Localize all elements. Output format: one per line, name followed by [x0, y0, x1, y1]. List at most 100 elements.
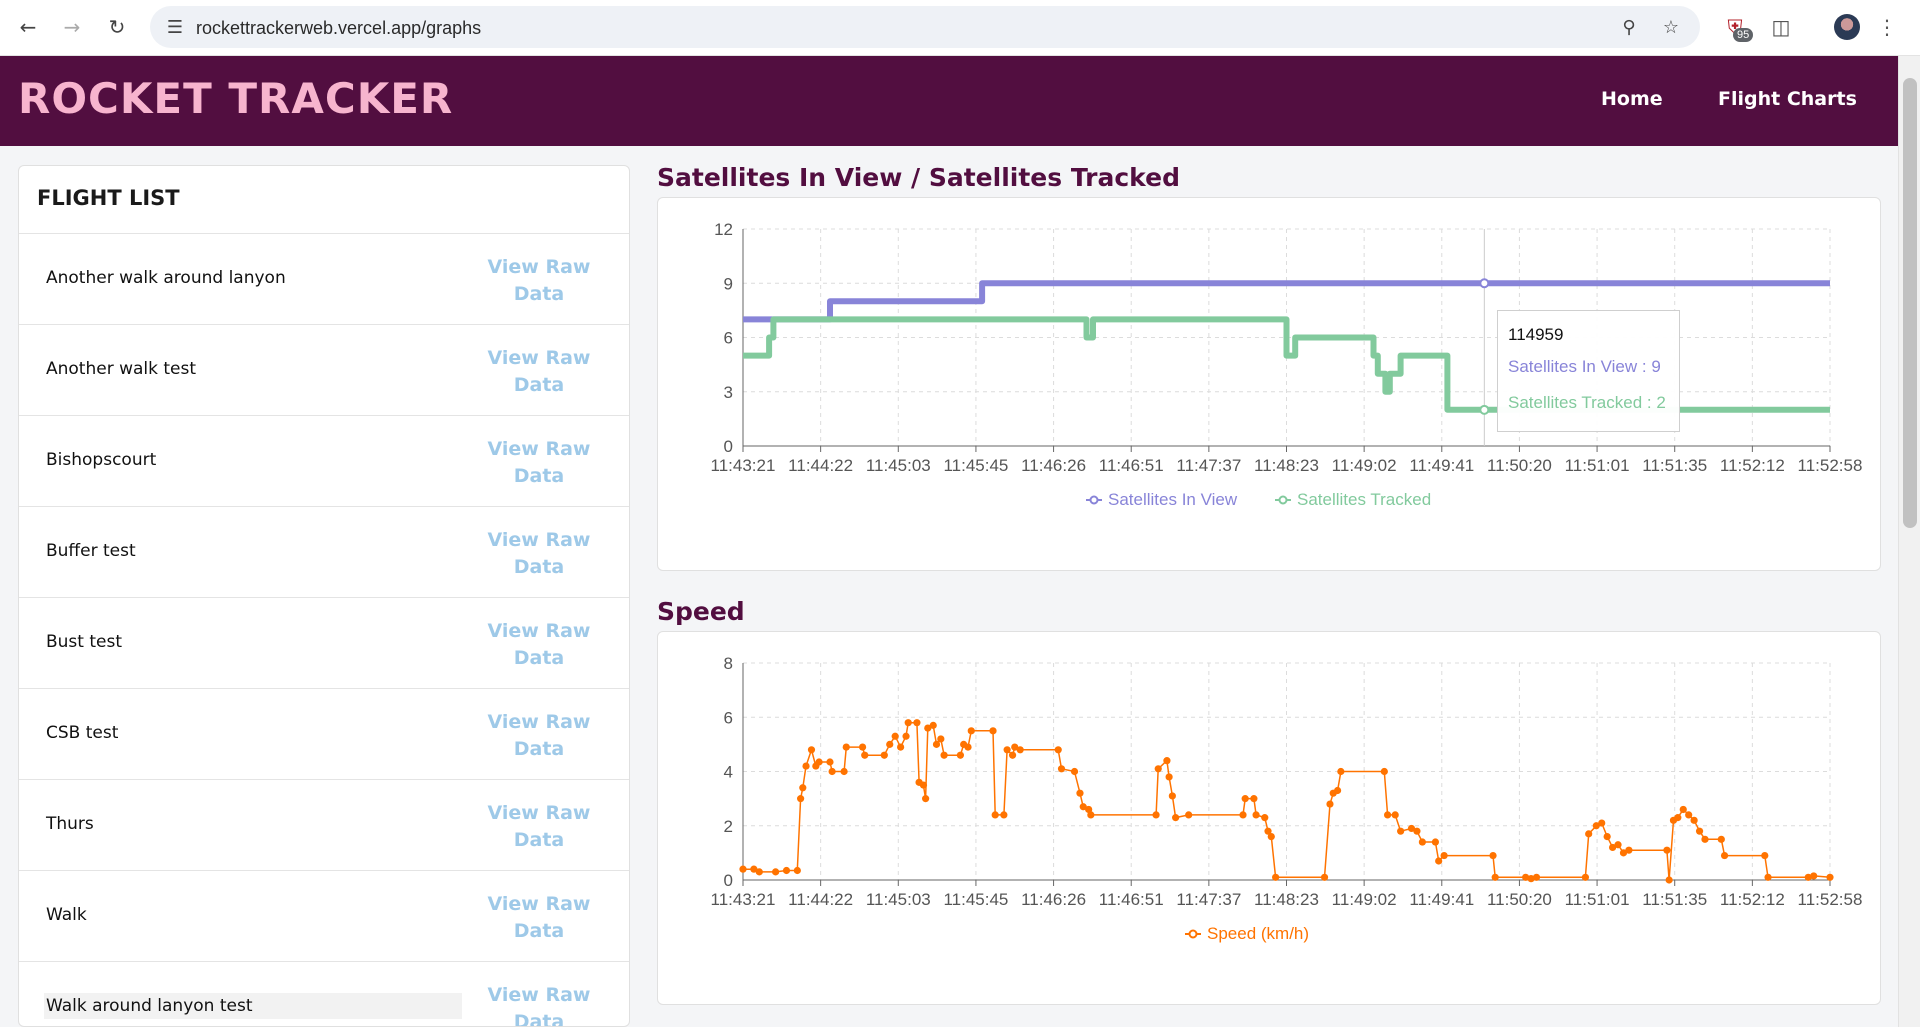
flight-list-item[interactable]: Walk View Raw Data — [19, 870, 629, 961]
data-point — [1070, 767, 1079, 776]
view-raw-data-link[interactable]: View Raw Data — [474, 527, 604, 581]
zoom-icon[interactable]: ⚲ — [1616, 14, 1642, 40]
x-tick-label: 11:52:12 — [1720, 890, 1785, 909]
y-tick-label: 6 — [724, 329, 733, 348]
data-point — [802, 762, 810, 770]
view-raw-data-link[interactable]: View Raw Data — [474, 709, 604, 763]
data-point — [1087, 811, 1095, 819]
data-point — [755, 868, 763, 876]
data-point — [1391, 811, 1399, 819]
view-raw-data-link[interactable]: View Raw Data — [474, 618, 604, 672]
site-info-icon[interactable]: ☰ — [162, 14, 188, 40]
flight-name[interactable]: Another walk around lanyon — [46, 268, 286, 288]
view-raw-data-link[interactable]: View Raw Data — [474, 436, 604, 490]
nav-flight-charts[interactable]: Flight Charts — [1718, 88, 1857, 110]
data-point — [1000, 811, 1008, 819]
view-raw-data-line1: View Raw — [487, 620, 591, 642]
flight-list-item[interactable]: Thurs View Raw Data — [19, 779, 629, 870]
data-point — [964, 743, 972, 751]
view-raw-data-line1: View Raw — [487, 893, 591, 915]
data-point — [1326, 800, 1334, 808]
flight-name[interactable]: Thurs — [46, 814, 94, 834]
x-tick-label: 11:43:21 — [711, 456, 776, 475]
flight-list-item[interactable]: Another walk test View Raw Data — [19, 324, 629, 415]
page-scrollbar[interactable] — [1898, 56, 1920, 1027]
browser-menu-icon[interactable]: ⋮ — [1872, 12, 1902, 42]
brand-logo[interactable]: ROCKET TRACKER — [18, 74, 453, 123]
reload-icon[interactable]: ↻ — [103, 13, 131, 41]
url-text[interactable]: rockettrackerweb.vercel.app/graphs — [196, 18, 481, 39]
flight-list-item[interactable]: Another walk around lanyon View Raw Data — [19, 233, 629, 324]
browser-toolbar: ← → ↻ ☰ rockettrackerweb.vercel.app/grap… — [0, 0, 1920, 56]
forward-icon[interactable]: → — [58, 13, 86, 41]
tooltip-satellites-tracked: Satellites Tracked : 2 — [1508, 393, 1666, 412]
back-icon[interactable]: ← — [14, 13, 42, 41]
data-point — [1810, 872, 1818, 880]
data-point — [1252, 811, 1260, 819]
flight-list-item[interactable]: CSB test View Raw Data — [19, 688, 629, 779]
data-point — [858, 743, 867, 751]
data-point — [1489, 851, 1497, 860]
flight-name[interactable]: Walk around lanyon test — [44, 993, 462, 1019]
data-point — [1826, 873, 1834, 881]
view-raw-data-link[interactable]: View Raw Data — [474, 345, 604, 399]
data-point — [782, 866, 791, 875]
data-point — [904, 719, 912, 727]
data-point — [1614, 841, 1622, 849]
flight-list-item[interactable]: Bust test View Raw Data — [19, 597, 629, 688]
view-raw-data-link[interactable]: View Raw Data — [474, 800, 604, 854]
view-raw-data-line1: View Raw — [487, 802, 591, 824]
flight-list-item[interactable]: Walk around lanyon test View Raw Data — [19, 961, 629, 1026]
data-point — [1663, 846, 1671, 854]
flight-name[interactable]: Another walk test — [46, 359, 196, 379]
view-raw-data-line1: View Raw — [487, 711, 591, 733]
nav-home[interactable]: Home — [1601, 88, 1663, 110]
flight-name[interactable]: Walk — [46, 905, 87, 925]
data-point — [989, 727, 997, 735]
x-tick-label: 11:51:01 — [1565, 456, 1630, 475]
data-point — [1165, 773, 1173, 781]
data-point — [1239, 811, 1247, 819]
data-point — [842, 743, 850, 751]
view-raw-data-link[interactable]: View Raw Data — [474, 891, 604, 945]
extension-badge: 95 — [1733, 28, 1754, 42]
flight-name[interactable]: Buffer test — [46, 541, 136, 561]
data-point — [1440, 851, 1448, 860]
scrollbar-thumb[interactable] — [1903, 78, 1917, 528]
x-tick-label: 11:51:35 — [1642, 456, 1707, 475]
data-point — [1054, 746, 1062, 754]
x-tick-label: 11:49:41 — [1409, 890, 1474, 909]
x-tick-label: 11:43:21 — [711, 890, 776, 909]
data-point — [1272, 873, 1280, 881]
data-point — [937, 735, 945, 743]
legend-marker — [1278, 495, 1288, 505]
x-tick-label: 11:45:45 — [943, 456, 1008, 475]
speed-chart-title: Speed — [657, 597, 745, 626]
data-point — [772, 868, 780, 876]
data-point — [1016, 746, 1024, 754]
y-tick-label: 2 — [724, 817, 733, 836]
data-point — [919, 781, 928, 789]
data-point — [1076, 789, 1084, 797]
profile-avatar[interactable] — [1834, 14, 1860, 40]
bookmark-star-icon[interactable]: ☆ — [1658, 14, 1684, 40]
flight-name[interactable]: CSB test — [46, 723, 118, 743]
data-point — [1685, 811, 1693, 819]
view-raw-data-link[interactable]: View Raw Data — [474, 982, 604, 1026]
data-point — [1431, 838, 1440, 846]
data-point — [1679, 805, 1687, 814]
y-tick-label: 0 — [724, 871, 733, 890]
extensions-puzzle-icon[interactable]: ◫ — [1766, 12, 1796, 42]
view-raw-data-link[interactable]: View Raw Data — [474, 254, 604, 308]
data-point — [1761, 851, 1769, 860]
data-point — [886, 740, 894, 748]
flight-list-item[interactable]: Buffer test View Raw Data — [19, 506, 629, 597]
data-point — [1380, 767, 1388, 776]
data-point — [1717, 835, 1725, 843]
data-point — [1603, 833, 1611, 841]
x-tick-label: 11:47:37 — [1176, 456, 1241, 475]
address-bar[interactable]: ☰ rockettrackerweb.vercel.app/graphs ⚲ ☆ — [150, 6, 1700, 48]
flight-list-item[interactable]: Bishopscourt View Raw Data — [19, 415, 629, 506]
flight-name[interactable]: Bishopscourt — [46, 450, 156, 470]
flight-name[interactable]: Bust test — [46, 632, 122, 652]
